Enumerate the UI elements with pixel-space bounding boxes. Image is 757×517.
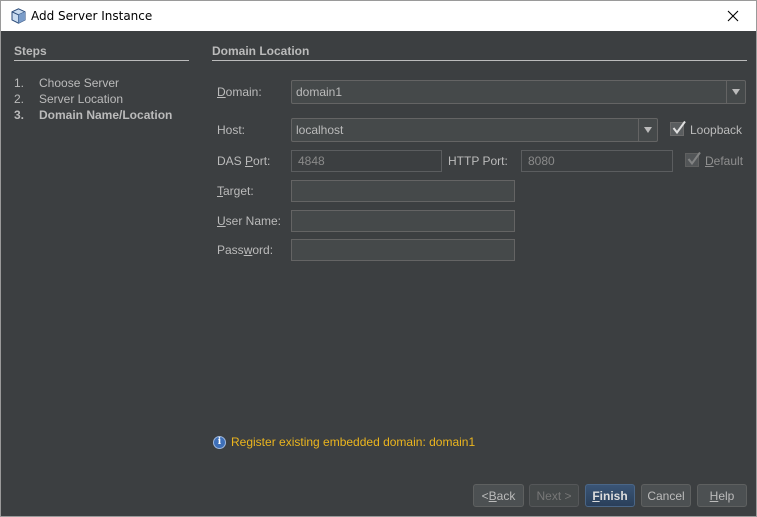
target-label: Target: xyxy=(217,184,254,198)
close-icon xyxy=(727,10,739,22)
default-checkbox[interactable] xyxy=(685,151,701,167)
checkmark-icon xyxy=(672,120,686,135)
step-item: 1. Choose Server xyxy=(14,75,189,91)
domain-location-panel: Domain Location xyxy=(212,44,747,61)
host-dropdown-button[interactable] xyxy=(638,119,657,141)
step-number: 1. xyxy=(14,76,25,90)
domain-combo[interactable]: domain1 xyxy=(291,80,746,104)
back-button[interactable]: < Back xyxy=(473,484,524,507)
help-button[interactable]: Help xyxy=(697,484,747,507)
chevron-down-icon xyxy=(644,127,652,133)
host-combo[interactable]: localhost xyxy=(291,118,658,142)
step-number: 2. xyxy=(14,92,25,106)
steps-pane: Steps 1. Choose Server 2. Server Locatio… xyxy=(14,44,189,123)
info-text: Register existing embedded domain: domai… xyxy=(231,435,476,449)
close-button[interactable] xyxy=(710,1,756,31)
password-field[interactable] xyxy=(291,239,515,261)
panel-title: Domain Location xyxy=(212,44,747,61)
info-icon: i xyxy=(213,435,226,449)
http-port-label: HTTP Port: xyxy=(448,154,508,168)
info-message: i Register existing embedded domain: dom… xyxy=(213,435,475,449)
step-label: Domain Name/Location xyxy=(39,108,173,122)
das-port-label: DAS Port: xyxy=(217,154,271,168)
checkmark-icon xyxy=(687,151,701,166)
http-port-field[interactable]: 8080 xyxy=(521,150,673,172)
host-value: localhost xyxy=(296,123,344,137)
host-label: Host: xyxy=(217,123,246,137)
default-label: Default xyxy=(705,154,744,168)
step-number: 3. xyxy=(14,108,25,122)
step-label: Choose Server xyxy=(39,76,120,90)
loopback-checkbox[interactable] xyxy=(670,120,686,136)
domain-dropdown-button[interactable] xyxy=(726,81,745,103)
add-server-instance-dialog: Add Server Instance Steps 1. Choose Serv… xyxy=(0,0,757,517)
title-bar: Add Server Instance xyxy=(1,1,756,31)
password-label: Password: xyxy=(217,243,274,257)
user-name-label: User Name: xyxy=(217,214,282,228)
domain-label: Domain: xyxy=(217,85,262,99)
cancel-button[interactable]: Cancel xyxy=(641,484,691,507)
das-port-field[interactable]: 4848 xyxy=(291,150,442,172)
step-item-current: 3. Domain Name/Location xyxy=(14,107,189,123)
step-label: Server Location xyxy=(39,92,124,106)
finish-button[interactable]: Finish xyxy=(585,484,635,507)
loopback-label: Loopback xyxy=(690,123,743,137)
user-name-field[interactable] xyxy=(291,210,515,232)
chevron-down-icon xyxy=(732,89,740,95)
next-button[interactable]: Next > xyxy=(529,484,579,507)
server-cube-icon xyxy=(11,8,26,24)
step-item: 2. Server Location xyxy=(14,91,189,107)
target-field[interactable] xyxy=(291,180,515,202)
window-title: Add Server Instance xyxy=(31,9,153,23)
domain-value: domain1 xyxy=(296,85,343,99)
steps-title: Steps xyxy=(14,44,189,61)
steps-list: 1. Choose Server 2. Server Location 3. D… xyxy=(14,75,189,123)
